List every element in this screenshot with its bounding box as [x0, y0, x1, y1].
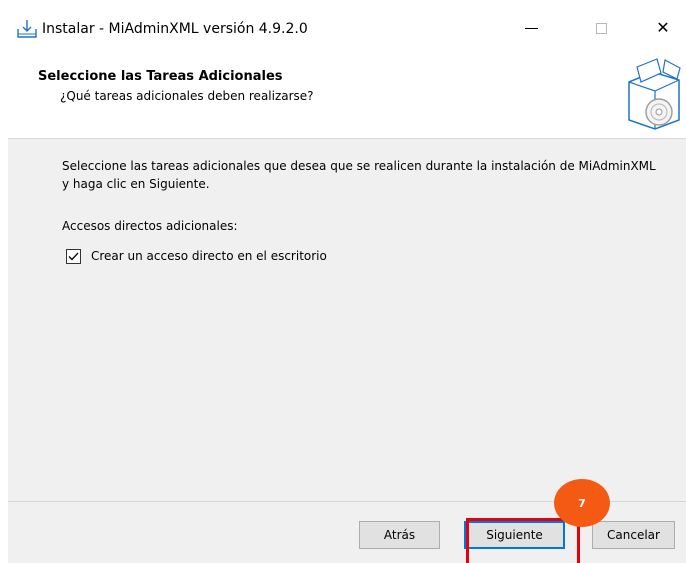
shortcuts-group-label: Accesos directos adicionales: [62, 219, 238, 233]
close-icon: ✕ [656, 18, 670, 37]
step-badge: 7 [554, 479, 610, 527]
installer-window: Instalar - MiAdminXML versión 4.9.2.0 ✕ … [8, 8, 686, 563]
maximize-icon [595, 22, 607, 34]
checkmark-icon [68, 252, 79, 260]
cancel-button[interactable]: Cancelar [592, 521, 675, 549]
software-box-disc-icon [628, 58, 681, 130]
instructions-text: Seleccione las tareas adicionales que de… [62, 159, 656, 191]
next-button[interactable]: Siguiente [464, 521, 565, 549]
maximize-button[interactable] [578, 8, 624, 48]
download-install-icon [17, 20, 37, 38]
page-title: Seleccione las Tareas Adicionales [38, 69, 283, 84]
close-button[interactable]: ✕ [640, 8, 686, 48]
wizard-content: Seleccione las tareas adicionales que de… [8, 139, 686, 501]
window-title: Instalar - MiAdminXML versión 4.9.2.0 [42, 21, 308, 37]
wizard-header: Seleccione las Tareas Adicionales ¿Qué t… [8, 48, 686, 139]
back-button[interactable]: Atrás [359, 521, 440, 549]
task-desktop-shortcut[interactable]: Crear un acceso directo en el escritorio [66, 247, 327, 265]
desktop-shortcut-label: Crear un acceso directo en el escritorio [91, 249, 327, 263]
minimize-button[interactable] [508, 8, 554, 48]
title-bar[interactable]: Instalar - MiAdminXML versión 4.9.2.0 ✕ [8, 8, 686, 48]
desktop-shortcut-checkbox[interactable] [66, 248, 81, 264]
minimize-icon [524, 27, 538, 29]
page-subtitle: ¿Qué tareas adicionales deben realizarse… [60, 89, 314, 103]
